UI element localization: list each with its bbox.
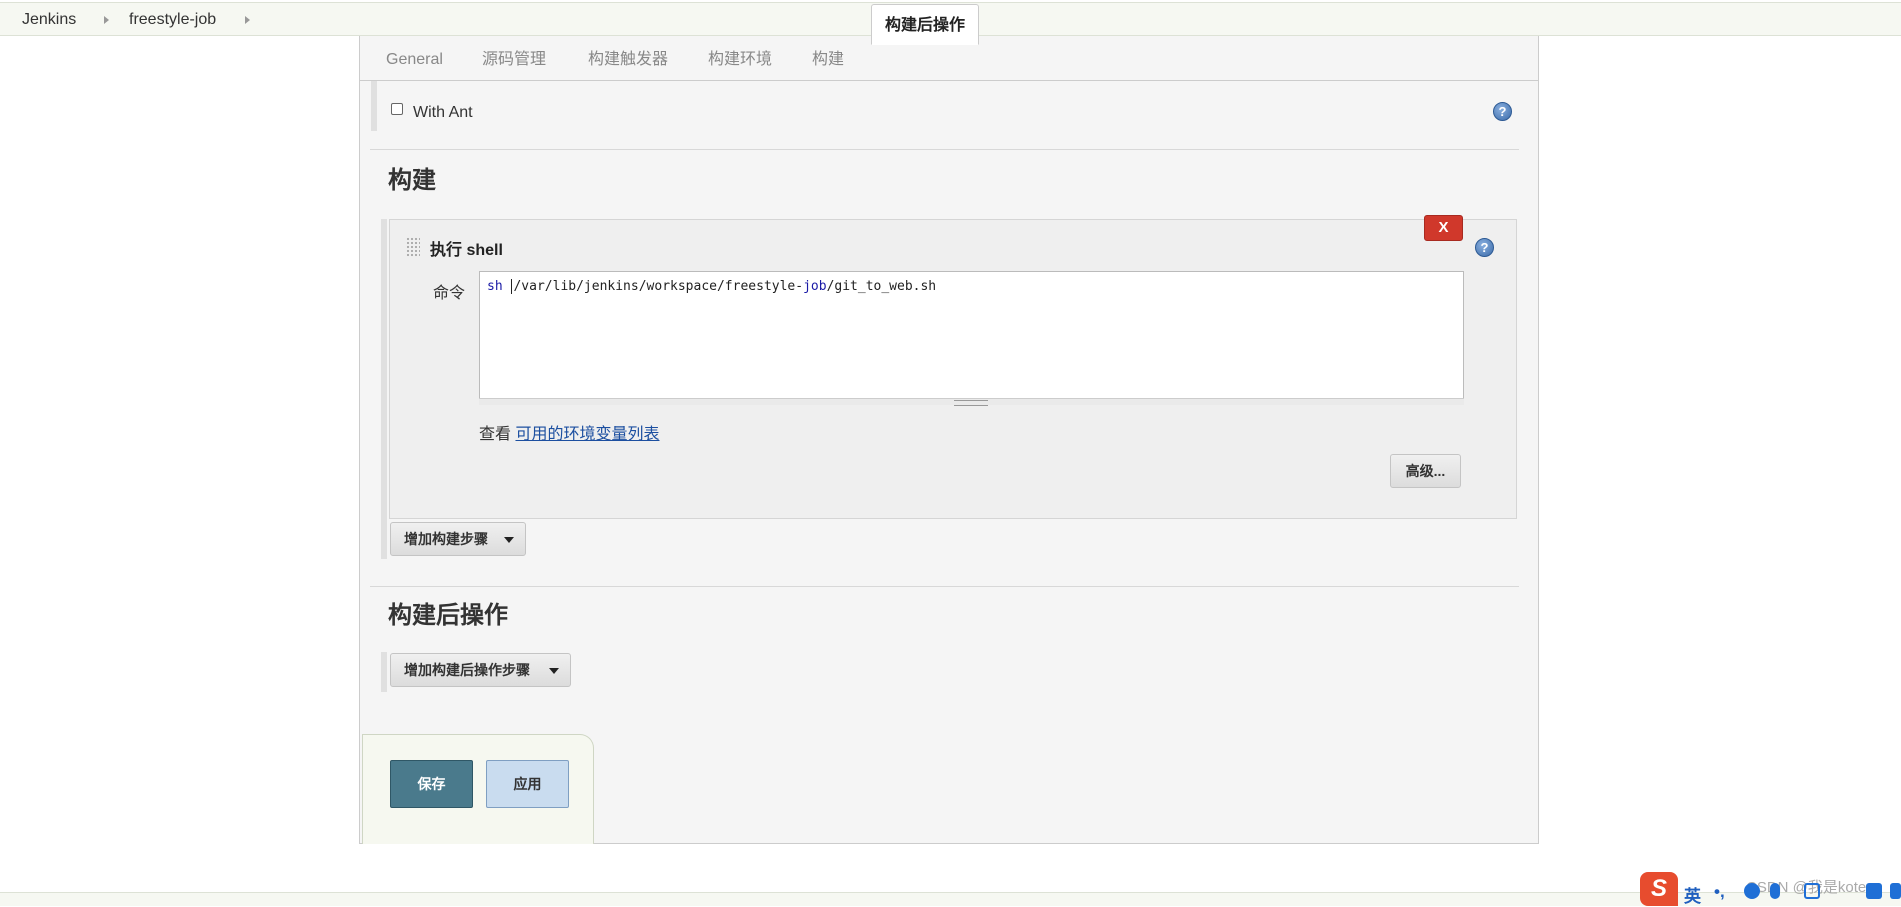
step-title: 执行 shell <box>430 242 503 259</box>
tab-build[interactable]: 构建 <box>812 36 844 80</box>
advanced-button[interactable]: 高级... <box>1390 454 1461 488</box>
tab-build-triggers[interactable]: 构建触发器 <box>588 36 668 80</box>
command-path-end: /git_to_web.sh <box>826 279 937 294</box>
breadcrumb-separator-icon[interactable] <box>245 16 250 24</box>
ime-logo-icon[interactable]: S <box>1640 872 1678 906</box>
add-build-step-label: 增加构建步骤 <box>404 531 488 547</box>
footer-strip <box>0 892 1901 906</box>
delete-step-button[interactable]: X <box>1424 215 1463 241</box>
section-left-bar <box>371 81 377 131</box>
section-divider <box>370 586 1519 587</box>
breadcrumb-jenkins[interactable]: Jenkins <box>22 3 76 37</box>
ime-punctuation-toggle[interactable]: •, <box>1714 882 1725 902</box>
ime-emoji-icon[interactable] <box>1744 883 1760 899</box>
env-vars-prefix: 查看 <box>479 426 512 443</box>
resize-grip-icon <box>954 400 988 406</box>
ime-skin-icon[interactable] <box>1866 883 1882 899</box>
chevron-down-icon <box>504 537 514 543</box>
post-build-section-title: 构建后操作 <box>388 602 508 629</box>
tab-build-environment[interactable]: 构建环境 <box>708 36 772 80</box>
command-textarea[interactable]: sh /var/lib/jenkins/workspace/freestyle-… <box>479 271 1464 405</box>
breadcrumb-separator-icon <box>104 16 109 24</box>
help-icon[interactable]: ? <box>1493 102 1512 121</box>
env-vars-hint: 查看 可用的环境变量列表 <box>479 420 659 444</box>
command-path: /var/lib/jenkins/workspace/freestyle- <box>513 279 804 294</box>
ime-keyboard-icon[interactable] <box>1804 883 1820 899</box>
ime-microphone-icon[interactable] <box>1770 883 1780 899</box>
chevron-down-icon <box>549 668 559 674</box>
command-keyword: sh <box>487 279 503 294</box>
section-divider <box>370 149 1519 150</box>
add-post-build-step-label: 增加构建后操作步骤 <box>404 662 530 678</box>
env-vars-link[interactable]: 可用的环境变量列表 <box>515 426 659 443</box>
section-left-bar <box>381 219 387 559</box>
with-ant-checkbox[interactable] <box>391 103 403 115</box>
apply-button[interactable]: 应用 <box>486 760 569 808</box>
build-section-title: 构建 <box>388 167 436 194</box>
ime-language-toggle[interactable]: 英 <box>1684 882 1701 907</box>
ime-more-icon[interactable] <box>1890 883 1901 899</box>
with-ant-label: With Ant <box>413 104 473 121</box>
breadcrumb-freestyle-job[interactable]: freestyle-job <box>129 3 216 37</box>
tab-source-control[interactable]: 源码管理 <box>482 36 546 80</box>
drag-handle-icon[interactable] <box>406 237 420 257</box>
add-post-build-step-button[interactable]: 增加构建后操作步骤 <box>390 653 571 687</box>
tab-post-build-actions[interactable]: 构建后操作 <box>871 4 979 45</box>
command-path-keyword: job <box>803 279 827 294</box>
tab-general[interactable]: General <box>386 36 443 80</box>
help-icon[interactable]: ? <box>1475 238 1494 257</box>
save-button[interactable]: 保存 <box>390 760 473 808</box>
section-left-bar <box>381 652 387 692</box>
command-label: 命令 <box>433 285 466 302</box>
